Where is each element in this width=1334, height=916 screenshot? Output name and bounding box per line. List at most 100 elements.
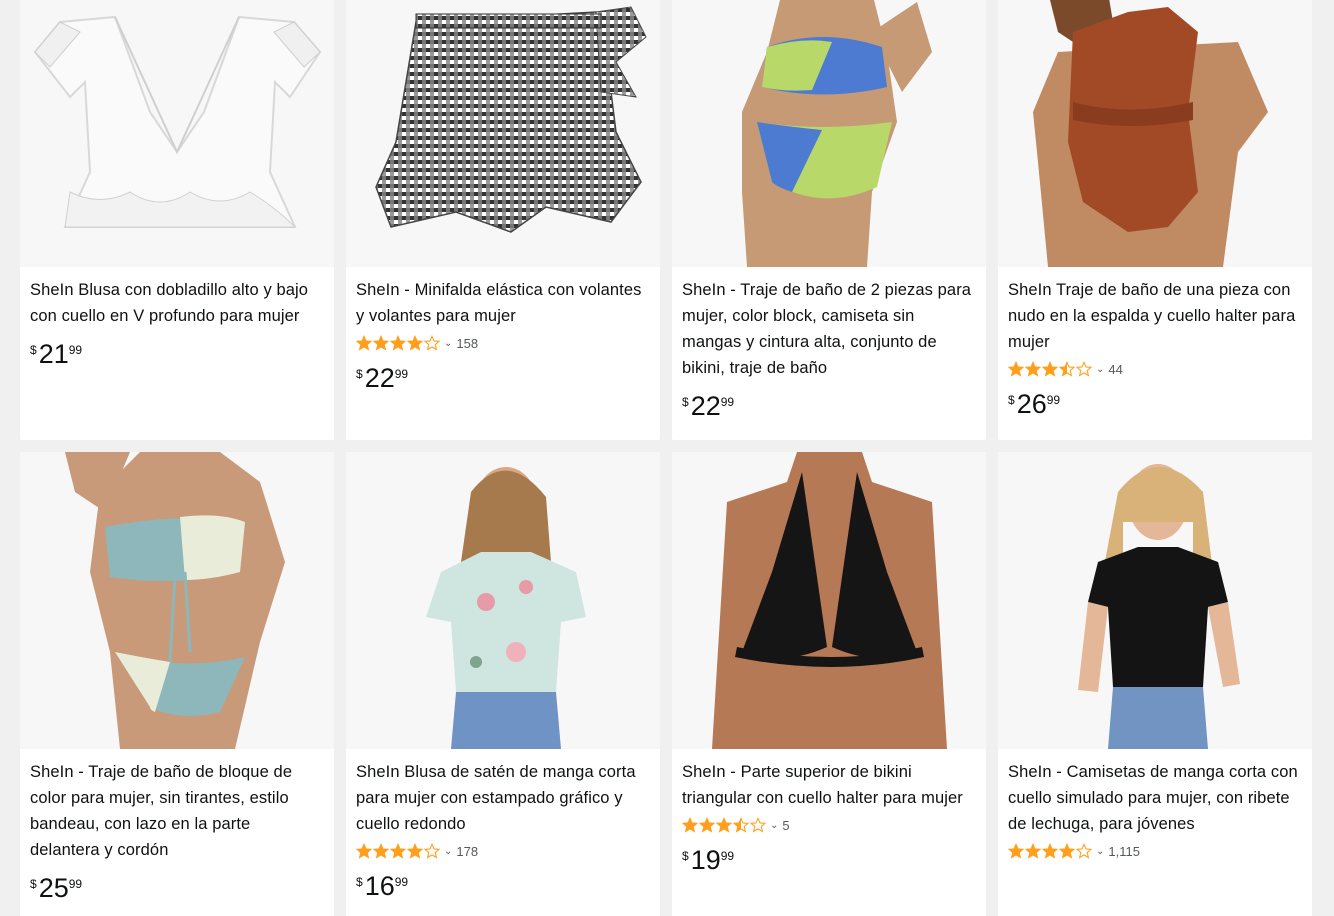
star-icon: [372, 842, 390, 859]
price-fraction: 99: [720, 395, 735, 409]
product-card[interactable]: SheIn - Camisetas de manga corta con cue…: [998, 452, 1312, 916]
chevron-down-icon[interactable]: ⌄: [770, 820, 778, 831]
product-image[interactable]: [998, 0, 1312, 267]
product-title[interactable]: SheIn - Traje de baño de bloque de color…: [30, 759, 324, 863]
chevron-down-icon[interactable]: ⌄: [1096, 846, 1104, 857]
price-currency: $: [30, 877, 37, 891]
product-card[interactable]: SheIn Blusa con dobladillo alto y bajo c…: [20, 0, 334, 440]
product-image[interactable]: [672, 0, 986, 267]
star-icon: [406, 842, 424, 859]
star-icon: [1058, 360, 1076, 377]
review-count[interactable]: 5: [782, 818, 789, 833]
product-title[interactable]: SheIn - Minifalda elástica con volantes …: [356, 277, 650, 329]
price-whole: 21: [38, 339, 69, 369]
product-title[interactable]: SheIn Blusa de satén de manga corta para…: [356, 759, 650, 837]
product-card[interactable]: SheIn - Traje de baño de bloque de color…: [20, 452, 334, 916]
star-icon: [1041, 842, 1059, 859]
star-icon: [372, 334, 390, 351]
product-image[interactable]: [346, 0, 660, 267]
floral-satin-blouse-image: [346, 452, 660, 749]
product-card[interactable]: SheIn - Minifalda elástica con volantes …: [346, 0, 660, 440]
price-fraction: 99: [68, 343, 83, 357]
star-icon: [423, 842, 441, 859]
product-card[interactable]: SheIn - Traje de baño de 2 piezas para m…: [672, 0, 986, 440]
price-currency: $: [1008, 393, 1015, 407]
black-mock-neck-tee-image: [998, 452, 1312, 749]
product-title[interactable]: SheIn - Parte superior de bikini triangu…: [682, 759, 976, 811]
product-price: $ 25 99: [30, 873, 324, 903]
product-title[interactable]: SheIn Traje de baño de una pieza con nud…: [1008, 277, 1302, 355]
price-currency: $: [356, 367, 363, 381]
product-title[interactable]: SheIn Blusa con dobladillo alto y bajo c…: [30, 277, 324, 329]
star-icon: [1024, 360, 1042, 377]
product-card[interactable]: SheIn Blusa de satén de manga corta para…: [346, 452, 660, 916]
star-icon: [1007, 360, 1025, 377]
black-triangle-bikini-top-image: [672, 452, 986, 749]
star-icon: [423, 334, 441, 351]
star-icon: [1075, 842, 1093, 859]
star-icon: [732, 816, 750, 833]
chevron-down-icon[interactable]: ⌄: [444, 846, 452, 857]
rust-one-piece-swimsuit-image: [998, 0, 1312, 267]
star-icon: [1058, 842, 1076, 859]
product-price: $ 22 99: [356, 363, 650, 393]
product-rating[interactable]: ⌄ 1,115: [1007, 841, 1302, 861]
price-whole: 25: [38, 873, 69, 903]
price-fraction: 99: [394, 367, 409, 381]
price-whole: 19: [690, 845, 721, 875]
star-rating: [1007, 360, 1093, 377]
star-icon: [1024, 842, 1042, 859]
product-image[interactable]: [346, 452, 660, 749]
star-icon: [749, 816, 767, 833]
price-fraction: 99: [68, 877, 83, 891]
star-icon: [715, 816, 733, 833]
review-count[interactable]: 178: [456, 844, 478, 859]
product-image[interactable]: [20, 0, 334, 267]
gingham-wrap-skort-image: [346, 0, 660, 267]
price-fraction: 99: [720, 849, 735, 863]
product-card[interactable]: SheIn - Parte superior de bikini triangu…: [672, 452, 986, 916]
chevron-down-icon[interactable]: ⌄: [1096, 364, 1104, 375]
product-title[interactable]: SheIn - Camisetas de manga corta con cue…: [1008, 759, 1302, 837]
price-whole: 22: [364, 363, 395, 393]
product-rating[interactable]: ⌄ 158: [355, 333, 650, 353]
price-currency: $: [682, 849, 689, 863]
price-whole: 16: [364, 871, 395, 901]
price-currency: $: [356, 875, 363, 889]
star-icon: [698, 816, 716, 833]
bandeau-bikini-image: [20, 452, 334, 749]
star-icon: [389, 842, 407, 859]
chevron-down-icon[interactable]: ⌄: [444, 338, 452, 349]
colorblock-bikini-image: [672, 0, 986, 267]
white-ruffle-blouse-image: [20, 0, 334, 267]
product-title[interactable]: SheIn - Traje de baño de 2 piezas para m…: [682, 277, 976, 381]
star-rating: [355, 842, 441, 859]
product-rating[interactable]: ⌄ 44: [1007, 359, 1302, 379]
review-count[interactable]: 44: [1108, 362, 1122, 377]
product-grid: SheIn Blusa con dobladillo alto y bajo c…: [20, 0, 1314, 916]
product-rating[interactable]: ⌄ 178: [355, 841, 650, 861]
product-price: $ 22 99: [682, 391, 976, 421]
product-image[interactable]: [672, 452, 986, 749]
price-currency: $: [30, 343, 37, 357]
star-rating: [681, 816, 767, 833]
star-icon: [1041, 360, 1059, 377]
product-rating[interactable]: ⌄ 5: [681, 815, 976, 835]
price-whole: 26: [1016, 389, 1047, 419]
star-icon: [1007, 842, 1025, 859]
product-price: $ 26 99: [1008, 389, 1302, 419]
price-currency: $: [682, 395, 689, 409]
product-image[interactable]: [20, 452, 334, 749]
product-price: $ 21 99: [30, 339, 324, 369]
review-count[interactable]: 1,115: [1108, 844, 1140, 859]
review-count[interactable]: 158: [456, 336, 478, 351]
product-image[interactable]: [998, 452, 1312, 749]
product-price: $ 16 99: [356, 871, 650, 901]
star-rating: [1007, 842, 1093, 859]
star-rating: [355, 334, 441, 351]
star-icon: [355, 842, 373, 859]
product-card[interactable]: SheIn Traje de baño de una pieza con nud…: [998, 0, 1312, 440]
star-icon: [389, 334, 407, 351]
star-icon: [681, 816, 699, 833]
star-icon: [1075, 360, 1093, 377]
